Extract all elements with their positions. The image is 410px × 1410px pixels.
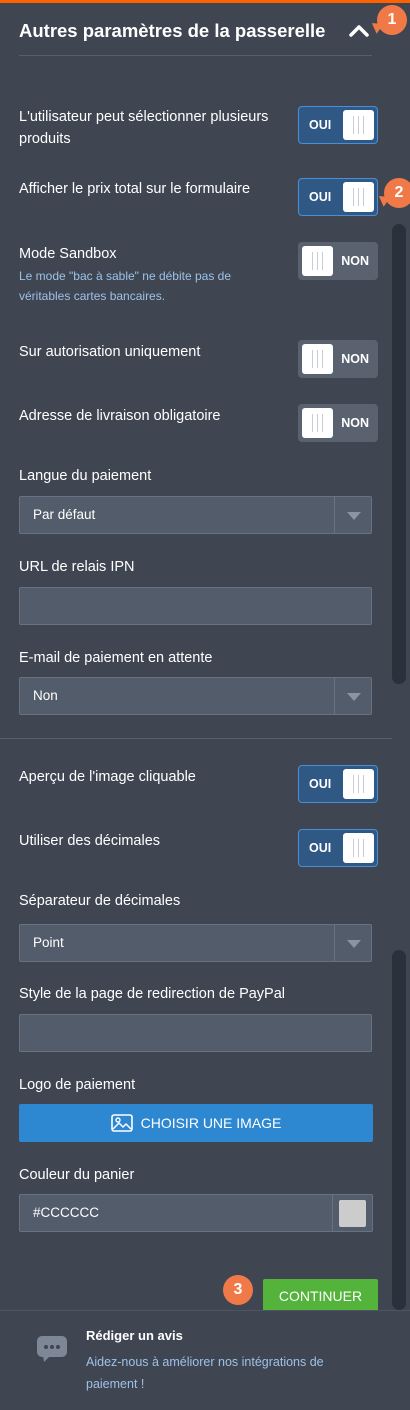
toggle-state-text: OUI	[309, 190, 332, 204]
top-accent-bar	[0, 0, 410, 3]
continue-button[interactable]: CONTINUER	[263, 1279, 378, 1313]
multi-products-label: L'utilisateur peut sélectionner plusieur…	[19, 109, 269, 147]
pending-email-select[interactable]: Non	[19, 677, 372, 715]
total-price-toggle[interactable]: OUI	[298, 178, 378, 216]
toggle-knob	[343, 769, 374, 799]
sandbox-hint: Le mode "bac à sable" ne débite pas de v…	[19, 269, 232, 303]
auth-only-label: Sur autorisation uniquement	[19, 344, 201, 360]
chat-bubble-icon	[37, 1336, 67, 1362]
color-swatch[interactable]	[332, 1195, 372, 1231]
payment-language-label: Langue du paiement	[19, 468, 152, 484]
use-decimals-label: Utiliser des décimales	[19, 833, 161, 849]
toggle-state-text: OUI	[309, 841, 332, 855]
choose-image-label: CHOISIR UNE IMAGE	[140, 1115, 282, 1131]
toggle-knob	[343, 110, 374, 140]
section-title: Autres paramètres de la passerelle	[19, 20, 326, 41]
step-badge-1: 1	[377, 5, 407, 35]
payment-language-select[interactable]: Par défaut	[19, 496, 372, 534]
multi-products-toggle[interactable]: OUI	[298, 106, 378, 144]
image-preview-toggle[interactable]: OUI	[298, 765, 378, 803]
scrollbar-thumb-lower[interactable]	[392, 950, 406, 1310]
ipn-url-input[interactable]	[19, 587, 372, 625]
toggle-knob	[302, 408, 333, 438]
total-price-label: Afficher le prix total sur le formulaire	[19, 181, 251, 197]
toggle-state-text: NON	[341, 352, 369, 366]
decimal-separator-label: Séparateur de décimales	[19, 893, 181, 909]
toggle-knob	[343, 182, 374, 212]
select-value: Point	[33, 935, 64, 950]
pending-email-label: E-mail de paiement en attente	[19, 650, 213, 666]
chevron-down-icon[interactable]	[334, 678, 371, 714]
paypal-style-input[interactable]	[19, 1014, 372, 1052]
toggle-knob	[302, 246, 333, 276]
image-preview-label: Aperçu de l'image cliquable	[19, 769, 196, 785]
toggle-state-text: NON	[341, 254, 369, 268]
color-value: #CCCCCC	[33, 1205, 100, 1220]
step-badge-2: 2	[384, 178, 410, 208]
paypal-style-label: Style de la page de redirection de PayPa…	[19, 986, 286, 1002]
select-value: Par défaut	[33, 507, 96, 522]
toggle-state-text: OUI	[309, 777, 332, 791]
choose-image-button[interactable]: CHOISIR UNE IMAGE	[19, 1104, 373, 1142]
sandbox-toggle[interactable]: NON	[298, 242, 378, 280]
cart-color-label: Couleur du panier	[19, 1167, 135, 1183]
ipn-url-label: URL de relais IPN	[19, 559, 135, 575]
sandbox-label: Mode Sandbox	[19, 246, 117, 262]
step-badge-3: 3	[223, 1275, 253, 1305]
toggle-knob	[343, 833, 374, 863]
cart-color-input[interactable]: #CCCCCC	[19, 1194, 373, 1232]
toggle-state-text: OUI	[309, 118, 332, 132]
use-decimals-toggle[interactable]: OUI	[298, 829, 378, 867]
payment-logo-label: Logo de paiement	[19, 1077, 136, 1093]
review-subtitle: Aidez-nous à améliorer nos intégrations …	[86, 1355, 324, 1391]
section-divider	[19, 55, 372, 56]
review-title: Rédiger un avis	[86, 1328, 183, 1343]
image-icon	[110, 1114, 133, 1132]
chevron-down-icon[interactable]	[334, 925, 371, 961]
select-value: Non	[33, 688, 58, 703]
shipping-required-toggle[interactable]: NON	[298, 404, 378, 442]
toggle-state-text: NON	[341, 416, 369, 430]
toggle-knob	[302, 344, 333, 374]
auth-only-toggle[interactable]: NON	[298, 340, 378, 378]
group-divider	[0, 738, 392, 739]
shipping-required-label: Adresse de livraison obligatoire	[19, 408, 221, 424]
chevron-down-icon[interactable]	[334, 497, 371, 533]
review-footer[interactable]: Rédiger un avis Aidez-nous à améliorer n…	[0, 1310, 410, 1410]
chevron-up-icon[interactable]	[348, 22, 370, 40]
decimal-separator-select[interactable]: Point	[19, 924, 372, 962]
scrollbar-thumb[interactable]	[392, 224, 406, 684]
